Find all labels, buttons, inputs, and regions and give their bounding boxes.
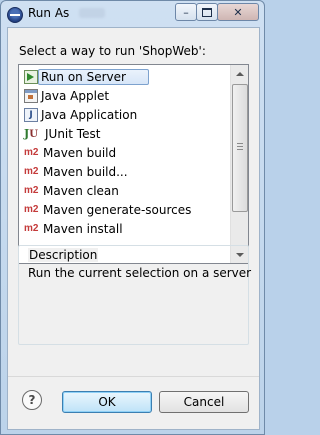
scroll-thumb[interactable] xyxy=(232,84,248,212)
scroll-up-button[interactable] xyxy=(231,65,248,82)
list-item-maven-install[interactable]: m2 Maven install xyxy=(24,219,224,238)
list-item-maven-build[interactable]: m2 Maven build xyxy=(24,143,224,162)
cancel-button[interactable]: Cancel xyxy=(159,391,249,413)
close-icon: ✕ xyxy=(233,5,243,19)
maximize-button[interactable] xyxy=(196,3,218,21)
maximize-icon xyxy=(202,7,212,17)
description-title: Description xyxy=(28,248,99,262)
list-item-label: Maven install xyxy=(43,221,123,236)
junit-icon-u: U xyxy=(29,128,38,140)
run-as-dialog: Run As – ✕ Select a way to run 'ShopWeb'… xyxy=(0,0,265,435)
title-blur xyxy=(79,8,105,18)
list-item-java-applet[interactable]: Java Applet xyxy=(24,86,224,105)
close-button[interactable]: ✕ xyxy=(217,3,259,21)
vertical-scrollbar[interactable] xyxy=(230,65,248,263)
window-title: Run As xyxy=(28,6,70,20)
list-item-junit-test[interactable]: JU JUnit Test xyxy=(24,124,224,143)
list-item-java-application[interactable]: J Java Application xyxy=(24,105,224,124)
junit-icon: JU xyxy=(24,127,42,141)
list-item-maven-clean[interactable]: m2 Maven clean xyxy=(24,181,224,200)
minimize-icon: – xyxy=(183,5,189,19)
list-item-label: JUnit Test xyxy=(45,126,101,141)
list-item-label: Java Application xyxy=(41,107,138,122)
list-item-label: Java Applet xyxy=(41,88,110,103)
list-item-label: Maven clean xyxy=(43,183,119,198)
minimize-button[interactable]: – xyxy=(175,3,197,21)
chevron-up-icon xyxy=(235,71,244,76)
list-item-run-on-server[interactable]: Run on Server xyxy=(24,67,224,86)
ok-button[interactable]: OK xyxy=(62,391,152,413)
button-bar-separator xyxy=(8,376,259,377)
java-application-icon: J xyxy=(24,107,38,122)
eclipse-icon xyxy=(7,7,23,23)
list-item-maven-build-config[interactable]: m2 Maven build... xyxy=(24,162,224,181)
prompt-label: Select a way to run 'ShopWeb': xyxy=(19,44,206,58)
grip-icon xyxy=(237,143,243,150)
help-button[interactable]: ? xyxy=(22,390,42,410)
java-applet-icon xyxy=(24,88,38,103)
maven-icon: m2 xyxy=(24,146,39,158)
maven-icon: m2 xyxy=(24,222,39,234)
server-run-icon xyxy=(24,69,38,84)
list-item-label: Maven build xyxy=(43,145,117,160)
description-text: Run the current selection on a server xyxy=(28,266,252,280)
maven-icon: m2 xyxy=(24,203,39,215)
maven-icon: m2 xyxy=(24,184,39,196)
list-item-label: Maven generate-sources xyxy=(43,202,192,217)
title-bar[interactable]: Run As – ✕ xyxy=(1,1,264,27)
maven-icon: m2 xyxy=(24,165,39,177)
list-item-label: Maven build... xyxy=(43,164,128,179)
dialog-body: Select a way to run 'ShopWeb': Run on Se… xyxy=(7,27,260,430)
list-item-label: Run on Server xyxy=(38,68,149,85)
launch-shortcut-list[interactable]: Run on Server Java Applet J Java Applica… xyxy=(18,64,249,264)
list-item-maven-generate-sources[interactable]: m2 Maven generate-sources xyxy=(24,200,224,219)
